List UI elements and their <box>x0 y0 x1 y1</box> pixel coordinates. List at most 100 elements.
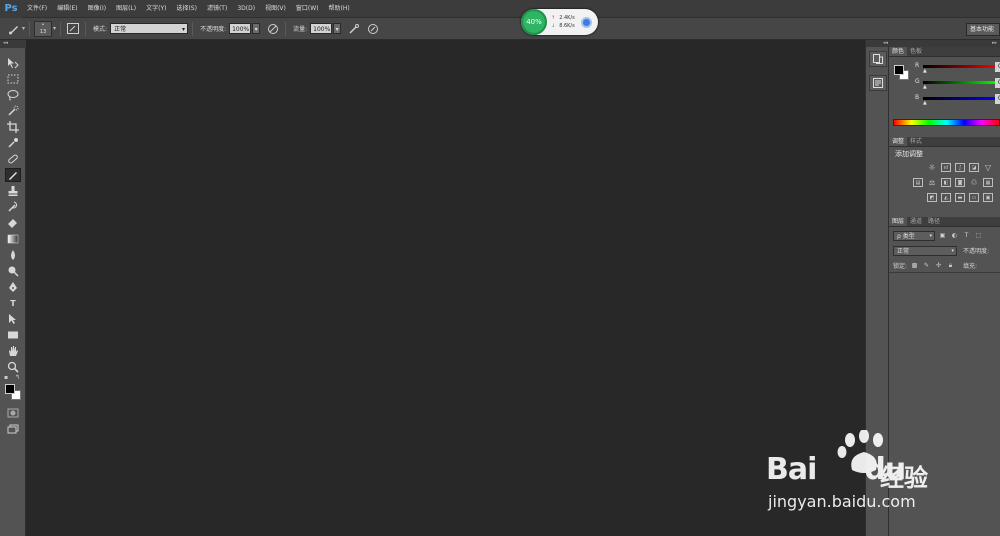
color-balance-icon[interactable]: ⚖ <box>927 178 937 187</box>
layer-filter-select[interactable]: ρ 类型 <box>893 230 935 241</box>
color-lookup-icon[interactable]: ▦ <box>983 178 993 187</box>
menu-window[interactable]: 窗口(W) <box>291 0 324 18</box>
selective-color-icon[interactable]: ▣ <box>983 193 993 202</box>
default-colors-icon[interactable]: ▪ <box>4 374 8 381</box>
accelerator-ball-icon[interactable] <box>580 16 592 28</box>
posterize-icon[interactable]: ◭ <box>941 193 951 202</box>
vibrance-icon[interactable]: ▽ <box>983 163 993 172</box>
path-selection-tool-icon[interactable] <box>5 312 21 326</box>
slider-blue-value[interactable]: 0 <box>995 94 1000 104</box>
tab-styles[interactable]: 样式 <box>907 137 925 146</box>
brush-tool-icon[interactable] <box>6 21 22 37</box>
curves-icon[interactable]: ∫ <box>955 163 965 172</box>
eraser-tool-icon[interactable] <box>5 216 21 230</box>
filter-pixel-icon[interactable]: ▣ <box>938 231 947 240</box>
levels-icon[interactable]: ııl <box>941 163 951 172</box>
slider-red-thumb-icon[interactable]: ▲ <box>923 68 927 74</box>
opacity-slider-button[interactable]: ▾ <box>252 23 261 34</box>
slider-blue-thumb-icon[interactable]: ▲ <box>923 100 927 106</box>
foreground-color-swatch[interactable] <box>5 384 15 394</box>
panel-foreground-swatch[interactable] <box>894 65 904 75</box>
menu-edit[interactable]: 编辑(E) <box>52 0 82 18</box>
move-tool-icon[interactable] <box>5 56 21 70</box>
pen-tool-icon[interactable] <box>5 280 21 294</box>
quick-select-tool-icon[interactable] <box>5 104 21 118</box>
black-white-icon[interactable]: ◧ <box>941 178 951 187</box>
menu-select[interactable]: 选择(S) <box>171 0 202 18</box>
filter-type-icon[interactable]: T <box>962 231 971 240</box>
brush-preset-dropdown-icon[interactable]: ▾ <box>53 25 56 32</box>
menu-filter[interactable]: 滤镜(T) <box>202 0 232 18</box>
filter-adjustment-icon[interactable]: ◐ <box>950 231 959 240</box>
brush-size-picker[interactable]: • 13 <box>34 20 53 37</box>
menu-3d[interactable]: 3D(D) <box>232 0 260 18</box>
color-spectrum-bar[interactable] <box>893 119 1000 126</box>
eyedropper-tool-icon[interactable] <box>5 136 21 150</box>
panels-collapse-handle[interactable]: ▸▸ <box>889 40 1000 47</box>
pressure-size-icon[interactable] <box>365 21 381 37</box>
workspace-switcher[interactable]: 基本功能 <box>966 23 1000 36</box>
lasso-tool-icon[interactable] <box>5 88 21 102</box>
tab-swatches[interactable]: 色板 <box>907 47 925 56</box>
document-canvas-area[interactable] <box>26 40 865 536</box>
blur-tool-icon[interactable] <box>5 248 21 262</box>
opacity-input[interactable]: 100% <box>229 23 252 34</box>
network-speed-widget[interactable]: 40% ↑ 2.4K/s ↓ 8.6K/s <box>521 9 598 35</box>
lock-position-icon[interactable]: ✣ <box>934 261 943 270</box>
tool-preset-dropdown-icon[interactable]: ▾ <box>22 25 25 32</box>
quick-mask-icon[interactable] <box>5 406 21 420</box>
tab-channels[interactable]: 通道 <box>907 217 925 226</box>
slider-blue[interactable]: B ▲ 0 <box>915 94 1000 106</box>
gradient-map-icon[interactable]: ▭ <box>969 193 979 202</box>
lock-image-icon[interactable]: ✎ <box>922 261 931 270</box>
screen-mode-icon[interactable] <box>5 422 21 436</box>
photo-filter-icon[interactable]: ◙ <box>955 178 965 187</box>
invert-icon[interactable]: ◩ <box>927 193 937 202</box>
slider-green-track[interactable] <box>923 81 998 84</box>
healing-brush-tool-icon[interactable] <box>5 152 21 166</box>
brightness-icon[interactable]: ☼ <box>927 163 937 172</box>
history-brush-tool-icon[interactable] <box>5 200 21 214</box>
rectangle-tool-icon[interactable] <box>5 328 21 342</box>
menu-file[interactable]: 文件(F) <box>22 0 52 18</box>
tab-paths[interactable]: 路径 <box>925 217 943 226</box>
slider-red[interactable]: R ▲ 0 <box>915 62 1000 74</box>
hand-tool-icon[interactable] <box>5 344 21 358</box>
flow-slider-button[interactable]: ▾ <box>333 23 342 34</box>
pressure-opacity-icon[interactable] <box>265 21 281 37</box>
menu-type[interactable]: 文字(Y) <box>141 0 171 18</box>
menu-layer[interactable]: 图层(L) <box>111 0 141 18</box>
exposure-icon[interactable]: ◪ <box>969 163 979 172</box>
slider-green-thumb-icon[interactable]: ▲ <box>923 84 927 90</box>
menu-help[interactable]: 帮助(H) <box>324 0 355 18</box>
brush-tool-selected-icon[interactable] <box>5 168 21 182</box>
filter-shape-icon[interactable]: ⬚ <box>974 231 983 240</box>
properties-panel-icon[interactable] <box>869 75 887 91</box>
slider-green[interactable]: G ▲ 0 <box>915 78 1000 90</box>
menu-image[interactable]: 图像(I) <box>83 0 111 18</box>
zoom-tool-icon[interactable] <box>5 360 21 374</box>
dock-collapse-handle[interactable]: ◂◂ <box>866 40 890 47</box>
threshold-icon[interactable]: ▬ <box>955 193 965 202</box>
lock-all-icon[interactable]: 🔒︎ <box>946 261 955 270</box>
lock-transparent-icon[interactable]: ▩ <box>910 261 919 270</box>
tab-color[interactable]: 颜色 <box>889 47 908 56</box>
history-panel-icon[interactable] <box>869 51 887 67</box>
brush-panel-toggle-icon[interactable] <box>65 21 81 37</box>
airbrush-icon[interactable] <box>346 21 362 37</box>
channel-mixer-icon[interactable]: ♲ <box>969 178 979 187</box>
slider-green-value[interactable]: 0 <box>995 78 1000 88</box>
swap-colors-icon[interactable]: ↰ <box>15 374 20 381</box>
slider-red-track[interactable] <box>923 65 998 68</box>
mode-select[interactable]: 正常 <box>110 23 189 35</box>
marquee-tool-icon[interactable] <box>5 72 21 86</box>
layer-blend-mode-select[interactable]: 正常 <box>893 245 957 256</box>
tab-layers[interactable]: 图层 <box>889 217 908 226</box>
tab-adjustments[interactable]: 调整 <box>889 137 908 146</box>
menu-view[interactable]: 视图(V) <box>260 0 291 18</box>
dodge-tool-icon[interactable] <box>5 264 21 278</box>
type-tool-icon[interactable]: T <box>5 296 21 310</box>
hue-saturation-icon[interactable]: ▤ <box>913 178 923 187</box>
clone-stamp-tool-icon[interactable] <box>5 184 21 198</box>
slider-red-value[interactable]: 0 <box>995 62 1000 72</box>
